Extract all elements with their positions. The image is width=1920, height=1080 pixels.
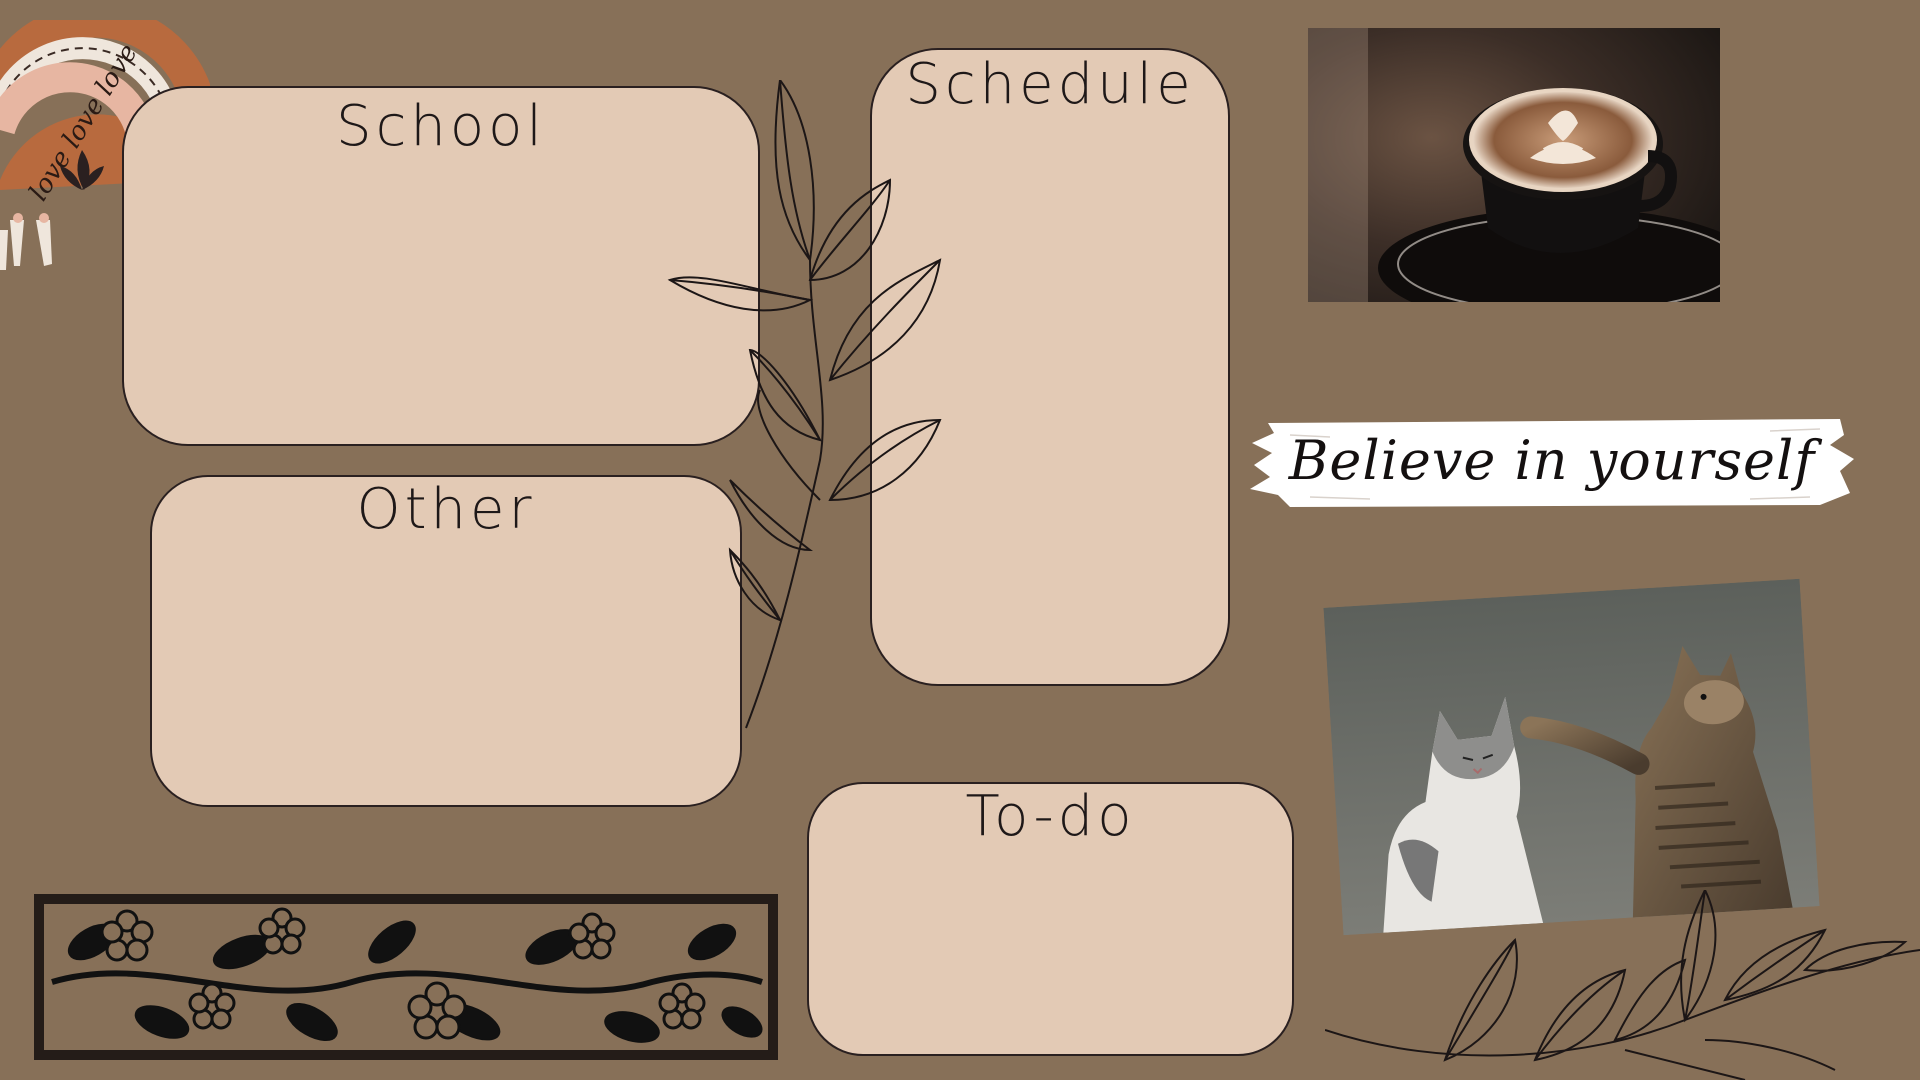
todo-title: To-do <box>965 784 1136 849</box>
cats-photo <box>1323 578 1820 936</box>
todo-card[interactable]: To-do <box>807 782 1294 1056</box>
leaf-branch-icon-bottom <box>1325 890 1920 1080</box>
quote-text: Believe in yourself <box>1288 428 1816 492</box>
coffee-photo <box>1308 28 1720 302</box>
other-title: Other <box>356 477 536 542</box>
other-card[interactable]: Other <box>150 475 742 807</box>
floral-border-icon <box>34 894 778 1060</box>
leaf-branch-icon <box>667 80 942 729</box>
